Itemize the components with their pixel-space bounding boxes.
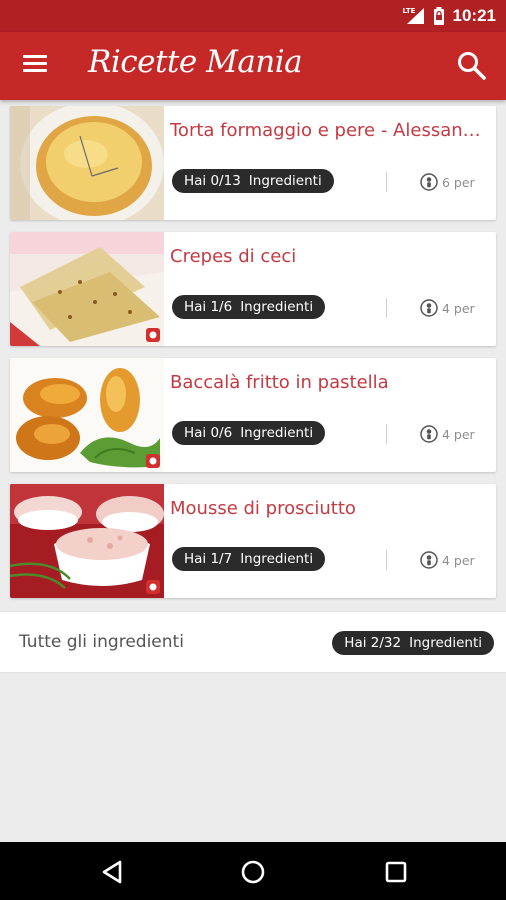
divider	[386, 424, 387, 444]
home-button[interactable]	[238, 857, 268, 887]
lte-signal-icon: LTE	[403, 7, 425, 25]
ingredients-label: Ingredienti	[409, 635, 482, 651]
ingredients-badge: Hai 1/7 Ingredienti	[172, 547, 326, 571]
all-ingredients-row[interactable]: Tutte gli ingredienti Hai 2/32 Ingredient…	[0, 611, 506, 673]
recipe-title: Torta formaggio e pere - Alessandra	[170, 120, 492, 141]
servings: 4 per	[420, 550, 475, 570]
divider	[386, 550, 387, 570]
clock: 10:21	[452, 6, 496, 25]
ingredients-label: Ingredienti	[240, 425, 314, 441]
servings: 6 per	[420, 172, 475, 192]
ingredients-count: Hai 0/6	[184, 425, 233, 441]
ingredients-count: Hai 2/32	[344, 635, 402, 651]
total-ingredients-badge: Hai 2/32 Ingredienti	[332, 631, 494, 655]
recipe-title: Baccalà fritto in pastella	[170, 372, 389, 393]
recipe-title: Crepes di ceci	[170, 246, 297, 267]
ingredients-badge: Hai 0/13 Ingredienti	[172, 169, 334, 193]
ingredients-label: Ingredienti	[240, 551, 314, 567]
ingredients-badge: Hai 0/6 Ingredienti	[172, 421, 326, 445]
servings-text: 4 per	[442, 300, 475, 316]
recipe-card[interactable]: Baccalà fritto in pastella Hai 0/6 Ingred…	[10, 358, 496, 472]
divider	[386, 298, 387, 318]
search-icon	[458, 52, 486, 80]
recipe-image-chickpea-crepes	[10, 232, 164, 346]
servings: 4 per	[420, 298, 475, 318]
recents-button[interactable]	[381, 857, 411, 887]
home-icon	[241, 860, 265, 884]
servings: 4 per	[420, 424, 475, 444]
ingredients-count: Hai 1/7	[184, 551, 233, 567]
servings-text: 6 per	[442, 174, 475, 190]
battery-icon	[433, 7, 445, 25]
menu-icon	[23, 55, 47, 58]
recipe-image-cheese-pear-cake	[10, 106, 164, 220]
recipe-image-fried-cod	[10, 358, 164, 472]
ingredients-count: Hai 0/13	[184, 173, 241, 189]
back-icon	[102, 860, 122, 884]
ingredients-label: Ingredienti	[248, 173, 322, 189]
divider	[386, 172, 387, 192]
recents-icon	[385, 861, 407, 883]
ingredients-count: Hai 1/6	[184, 299, 233, 315]
person-icon	[420, 551, 438, 569]
recipe-card[interactable]: Torta formaggio e pere - Alessandra Hai …	[10, 106, 496, 220]
recipe-image-ham-mousse	[10, 484, 164, 598]
search-button[interactable]	[456, 50, 488, 82]
person-icon	[420, 173, 438, 191]
recipe-title: Mousse di prosciutto	[170, 498, 356, 519]
app-bar: Ricette Mania	[0, 32, 506, 100]
menu-button[interactable]	[20, 52, 50, 80]
status-bar: LTE 10:21	[0, 0, 506, 32]
recipe-card[interactable]: Mousse di prosciutto Hai 1/7 Ingredienti …	[10, 484, 496, 598]
ingredients-badge: Hai 1/6 Ingredienti	[172, 295, 326, 319]
back-button[interactable]	[98, 857, 128, 887]
person-icon	[420, 425, 438, 443]
app-title: Ricette Mania	[88, 44, 303, 80]
ingredients-label: Ingredienti	[240, 299, 314, 315]
servings-text: 4 per	[442, 426, 475, 442]
servings-text: 4 per	[442, 552, 475, 568]
recipe-card[interactable]: Crepes di ceci Hai 1/6 Ingredienti 4 per	[10, 232, 496, 346]
system-nav-bar	[0, 842, 506, 900]
person-icon	[420, 299, 438, 317]
all-ingredients-label: Tutte gli ingredienti	[19, 632, 184, 652]
status-icons: LTE 10:21	[403, 6, 496, 26]
